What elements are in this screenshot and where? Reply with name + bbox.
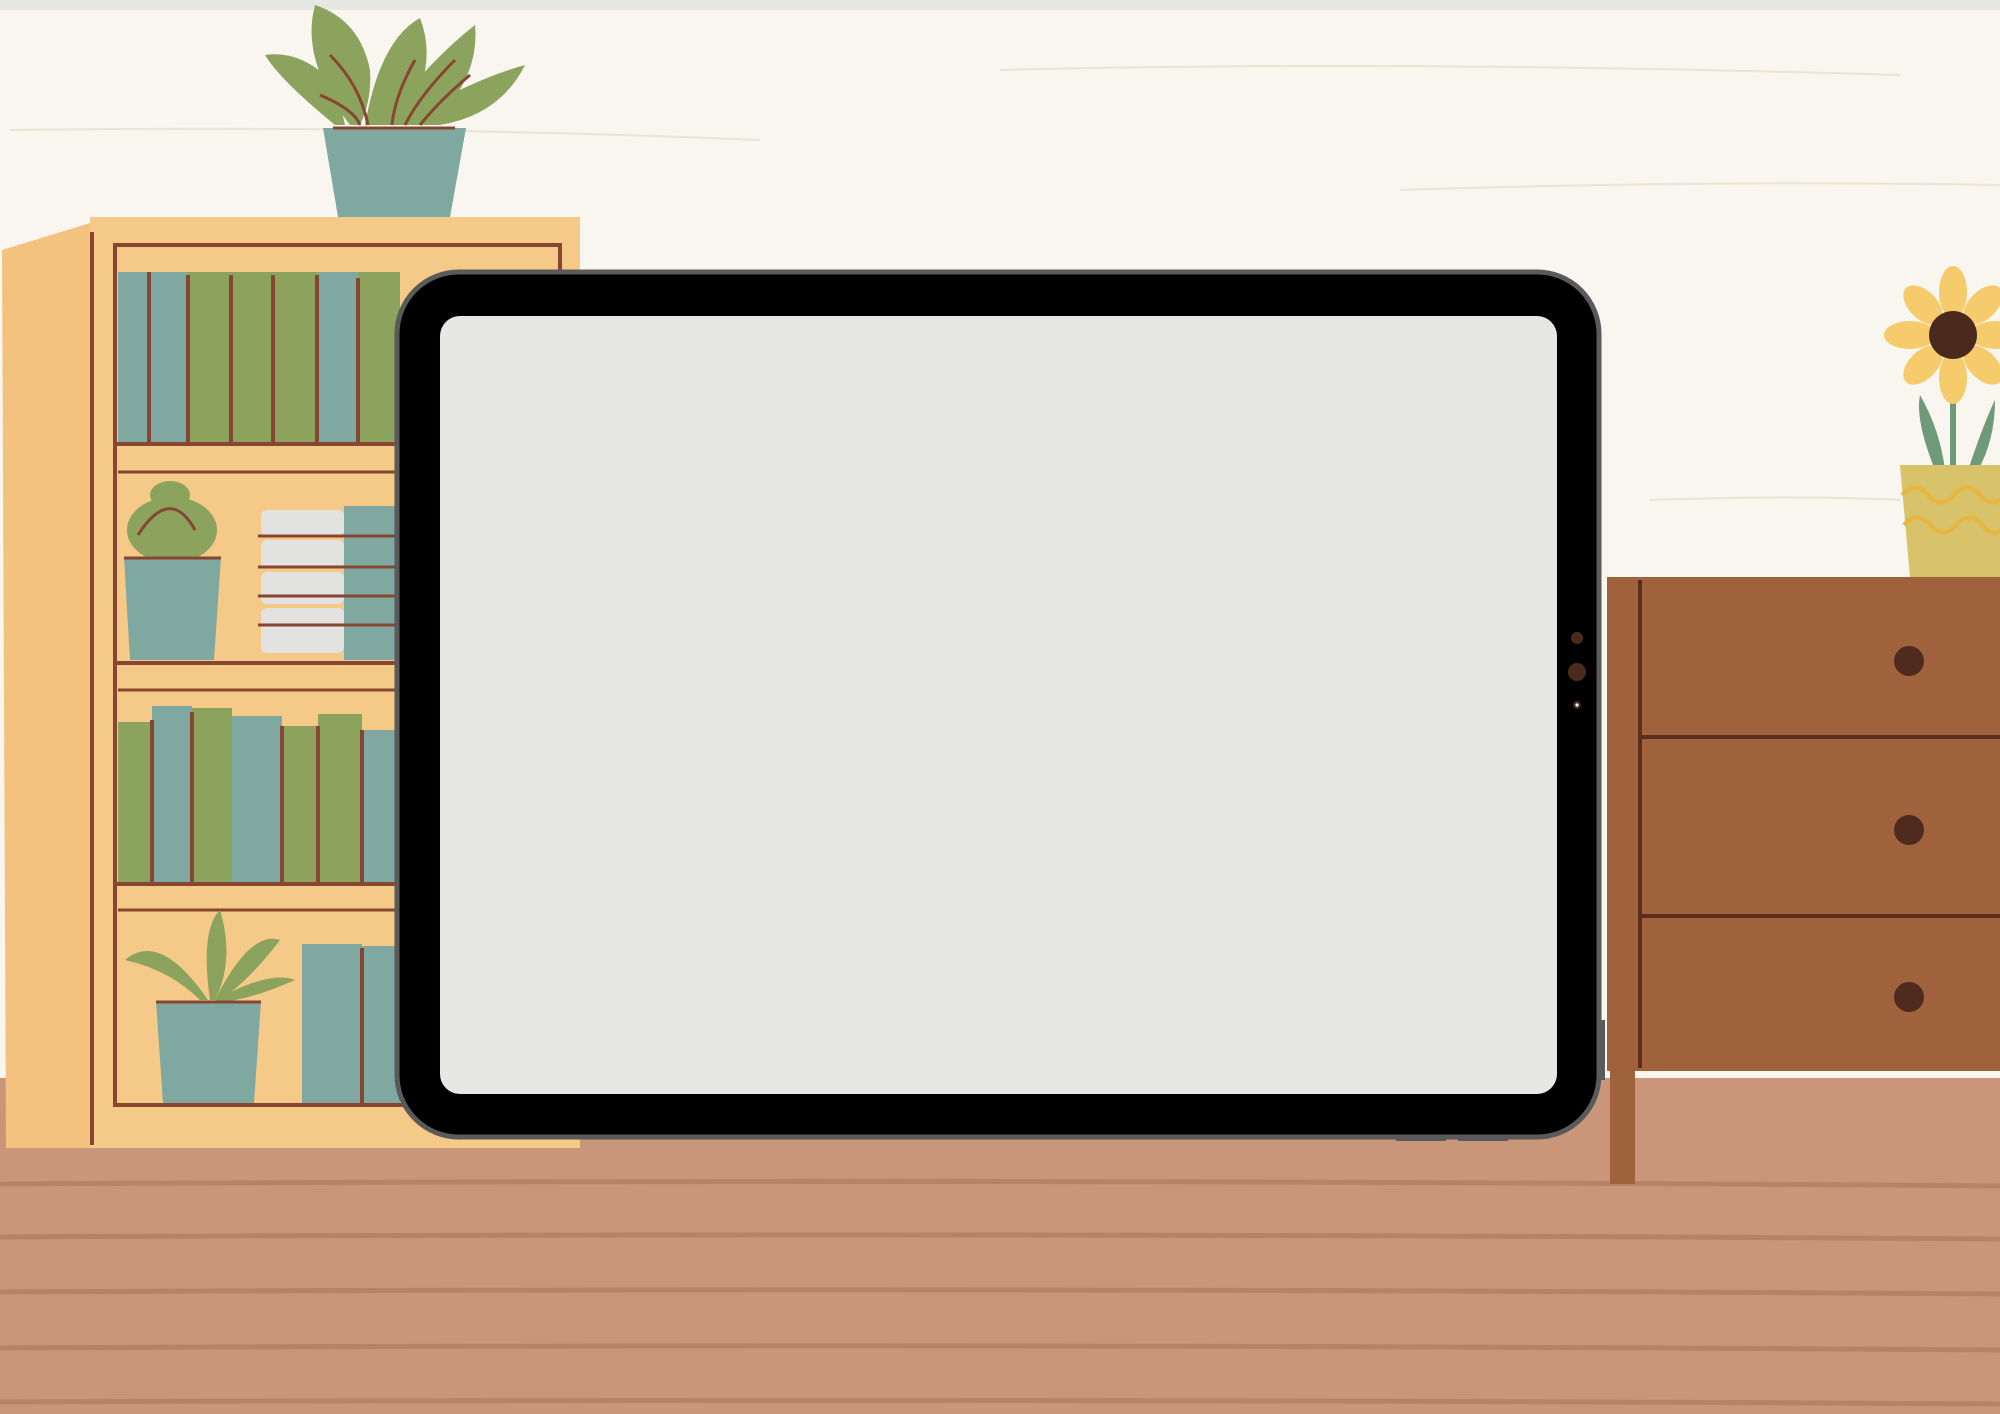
drawer-knob [1894, 815, 1924, 845]
camera-icon [1568, 663, 1586, 681]
tablet-device [394, 269, 1605, 1141]
books-row-3 [118, 706, 400, 884]
top-band [0, 0, 2000, 10]
book-stack [258, 506, 400, 660]
drawer-knob [1894, 646, 1924, 676]
tablet-screen[interactable] [440, 316, 1557, 1094]
books-row-1 [118, 272, 400, 444]
drawer-knob [1894, 982, 1924, 1012]
camera-sensor-icon [1571, 632, 1583, 644]
room-scene [0, 0, 2000, 1414]
books-row-4 [302, 944, 400, 1103]
